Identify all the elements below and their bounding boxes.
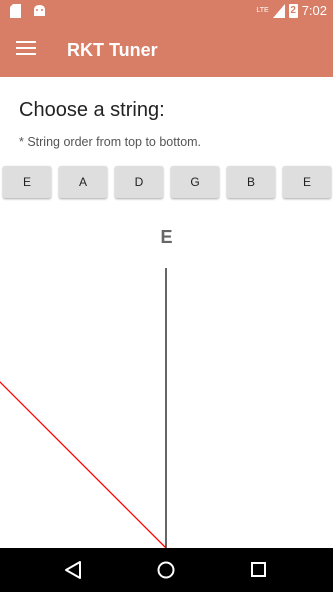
app-bar: RKT Tuner bbox=[0, 24, 333, 77]
clock: 7:02 bbox=[301, 3, 327, 18]
page-heading: Choose a string: bbox=[19, 99, 165, 121]
string-button-d[interactable]: D bbox=[115, 166, 163, 198]
string-button-g[interactable]: G bbox=[171, 166, 219, 198]
battery-icon: 2 bbox=[288, 3, 298, 18]
hamburger-menu-icon[interactable] bbox=[16, 41, 36, 57]
lte-signal-icon bbox=[272, 3, 285, 18]
recents-icon[interactable] bbox=[251, 562, 266, 577]
sd-card-icon bbox=[10, 4, 21, 18]
string-button-a[interactable]: A bbox=[59, 166, 107, 198]
tuner-meter bbox=[0, 268, 167, 548]
string-button-row: E A D G B E bbox=[3, 166, 331, 198]
back-icon[interactable] bbox=[65, 561, 81, 579]
app-title: RKT Tuner bbox=[67, 40, 158, 60]
home-icon[interactable] bbox=[157, 561, 175, 579]
string-button-e-high[interactable]: E bbox=[283, 166, 331, 198]
string-button-e-low[interactable]: E bbox=[3, 166, 51, 198]
status-bar: LTE 2 7:02 bbox=[0, 0, 333, 24]
string-button-b[interactable]: B bbox=[227, 166, 275, 198]
string-order-note: * String order from top to bottom. bbox=[19, 135, 202, 149]
tuner-needle bbox=[0, 381, 167, 548]
selected-note-label: E bbox=[160, 227, 173, 247]
navigation-bar bbox=[0, 548, 333, 592]
network-type: LTE bbox=[256, 7, 269, 14]
android-icon bbox=[34, 5, 45, 16]
